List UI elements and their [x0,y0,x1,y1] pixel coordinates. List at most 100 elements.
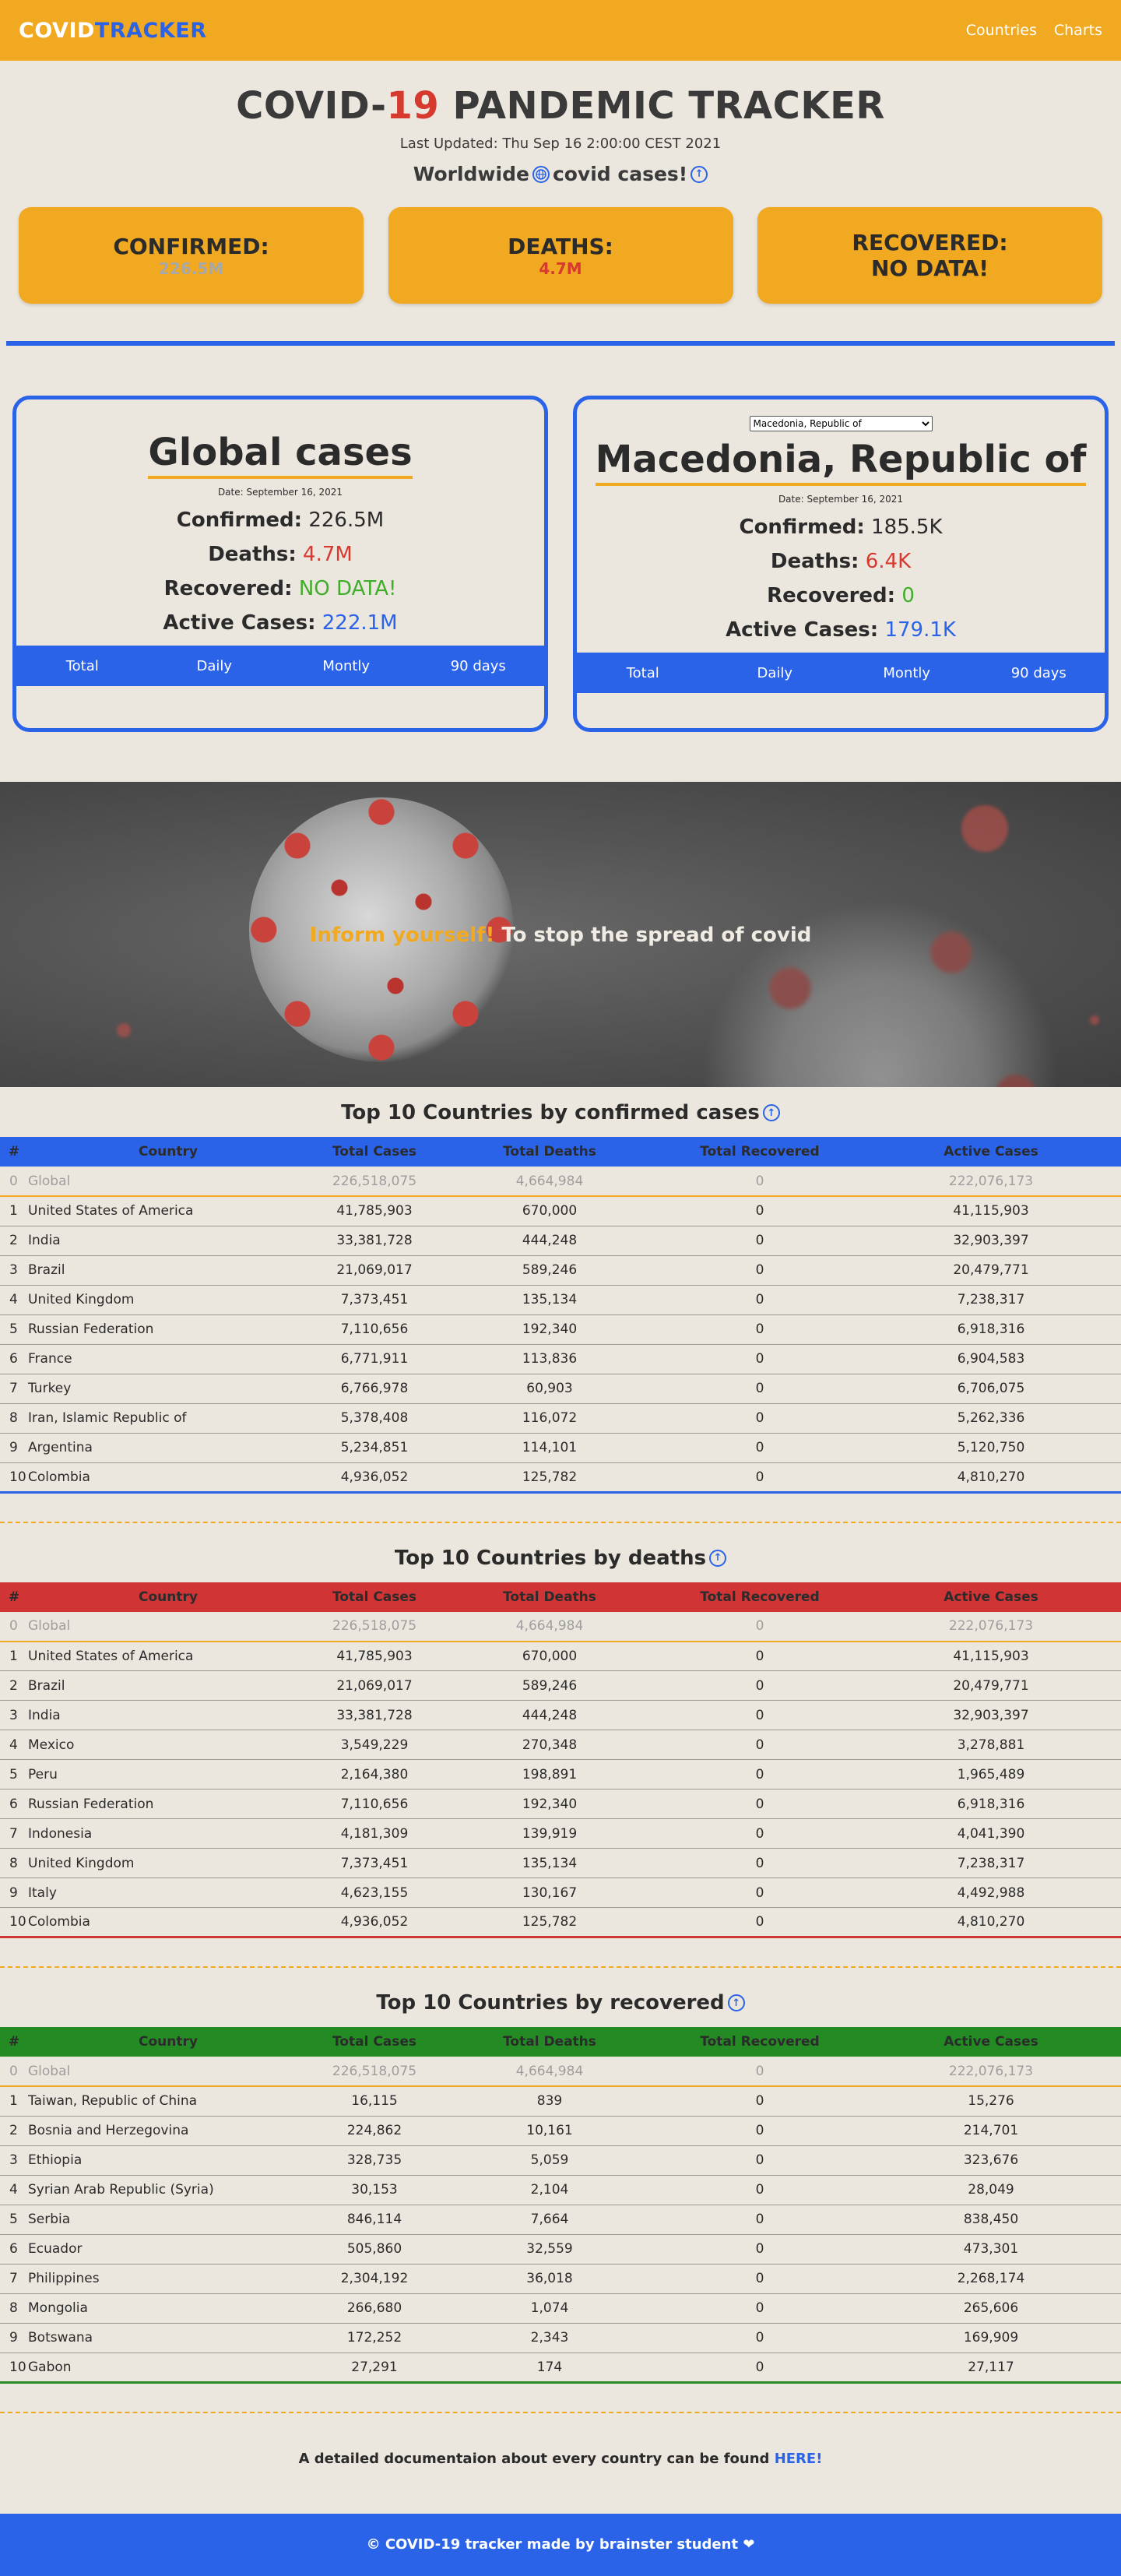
column-header[interactable]: Total Recovered [659,1137,861,1167]
column-header[interactable]: Active Cases [861,1582,1121,1612]
table-cell: Turkey [28,1374,308,1404]
table-row[interactable]: 6 France 6,771,911 113,836 0 6,904,583 [0,1344,1121,1374]
table-section-recovered: Top 10 Countries by recovered ↑ # Country To… [0,1968,1121,2413]
column-header[interactable]: Country [28,1582,308,1612]
column-header[interactable]: # [0,1582,28,1612]
table-cell: 0 [659,2353,861,2384]
table-row[interactable]: 5 Russian Federation 7,110,656 192,340 0 6,91… [0,1314,1121,1345]
column-header[interactable]: Country [28,2027,308,2057]
documentation-link[interactable]: HERE! [775,2451,823,2467]
column-header[interactable]: Total Deaths [441,1137,659,1167]
table-row[interactable]: 7 Indonesia 4,181,309 139,919 0 4,041,390 [0,1818,1121,1849]
country-select[interactable]: Macedonia, Republic of [749,416,933,431]
table-cell: Philippines [28,2264,308,2294]
brand-logo[interactable]: COVIDTRACKER [19,19,206,43]
table-row[interactable]: 10 Colombia 4,936,052 125,782 0 4,810,270 [0,1462,1121,1494]
column-header[interactable]: # [0,1137,28,1167]
virus-particle [1090,1015,1099,1025]
banner-message: To stop the spread of covid [494,924,812,947]
table-cell: 6,706,075 [861,1374,1121,1404]
table-row[interactable]: 2 Bosnia and Herzegovina 224,862 10,161 0 214… [0,2116,1121,2146]
table-row[interactable]: 2 Brazil 21,069,017 589,246 0 20,479,771 [0,1670,1121,1701]
column-header[interactable]: Total Deaths [441,1582,659,1612]
table-cell: 5,378,408 [308,1403,441,1434]
table-cell: 192,340 [441,1314,659,1345]
table-cell: 265,606 [861,2293,1121,2324]
table-row[interactable]: 3 Brazil 21,069,017 589,246 0 20,479,771 [0,1255,1121,1286]
table-row[interactable]: 5 Serbia 846,114 7,664 0 838,450 [0,2205,1121,2235]
column-header[interactable]: Total Cases [308,1137,441,1167]
table-cell: 4,664,984 [441,1611,659,1642]
column-header[interactable]: Total Cases [308,1582,441,1612]
table-row[interactable]: 9 Botswana 172,252 2,343 0 169,909 [0,2323,1121,2353]
table-row[interactable]: 6 Ecuador 505,860 32,559 0 473,301 [0,2234,1121,2265]
table-cell: 0 [659,2175,861,2205]
table-row[interactable]: 4 United Kingdom 7,373,451 135,134 0 7,238,31… [0,1285,1121,1315]
tab-total[interactable]: Total [16,646,149,686]
page-title: COVID-19 PANDEMIC TRACKER [0,84,1121,128]
column-header[interactable]: Country [28,1137,308,1167]
table-cell: 589,246 [441,1255,659,1286]
table-cell: 4,664,984 [441,2057,659,2087]
table-cell: 6 [0,1789,28,1819]
table-row[interactable]: 6 Russian Federation 7,110,656 192,340 0 6,91… [0,1789,1121,1819]
table-cell: 4,041,390 [861,1818,1121,1849]
column-header[interactable]: Total Cases [308,2027,441,2057]
column-header[interactable]: Total Deaths [441,2027,659,2057]
table-row[interactable]: 7 Philippines 2,304,192 36,018 0 2,268,174 [0,2264,1121,2294]
table-row[interactable]: 3 India 33,381,728 444,248 0 32,903,397 [0,1700,1121,1730]
column-header[interactable]: Active Cases [861,2027,1121,2057]
table-row[interactable]: 1 Taiwan, Republic of China 16,115 839 0 15,2… [0,2086,1121,2117]
table-cell: Argentina [28,1433,308,1463]
table-row[interactable]: 4 Syrian Arab Republic (Syria) 30,153 2,104… [0,2175,1121,2205]
table-cell: 0 [659,1255,861,1286]
global-panel-tabs: Total Daily Montly 90 days [16,646,544,686]
info-icon[interactable]: ↑ [691,165,708,183]
info-icon[interactable]: ↑ [727,1994,745,2011]
table-cell: 589,246 [441,1670,659,1701]
table-row[interactable]: 4 Mexico 3,549,229 270,348 0 3,278,881 [0,1730,1121,1760]
nav-link-countries[interactable]: Countries [966,22,1037,39]
table-row[interactable]: 8 United Kingdom 7,373,451 135,134 0 7,238,31… [0,1848,1121,1878]
table-row[interactable]: 1 United States of America 41,785,903 670,0… [0,1196,1121,1226]
table-cell: 226,518,075 [308,2057,441,2087]
tab-total[interactable]: Total [577,653,709,693]
country-deaths-label: Deaths: [770,550,859,573]
info-icon[interactable]: ↑ [709,1549,727,1567]
table-row[interactable]: 9 Italy 4,623,155 130,167 0 4,492,988 [0,1877,1121,1908]
table-row[interactable]: 0 Global 226,518,075 4,664,984 0 222,076,173 [0,2057,1121,2087]
table-row[interactable]: 5 Peru 2,164,380 198,891 0 1,965,489 [0,1759,1121,1789]
table-row[interactable]: 0 Global 226,518,075 4,664,984 0 222,076,173 [0,1611,1121,1642]
table-cell: Taiwan, Republic of China [28,2086,308,2117]
tab-daily[interactable]: Daily [709,653,842,693]
table-row[interactable]: 8 Iran, Islamic Republic of 5,378,408 116,0… [0,1403,1121,1434]
global-confirmed-value: 226.5M [308,509,385,532]
table-row[interactable]: 8 Mongolia 266,680 1,074 0 265,606 [0,2293,1121,2324]
info-icon[interactable]: ↑ [762,1104,780,1121]
tab-monthly[interactable]: Montly [280,646,413,686]
global-recovered-label: Recovered: [163,577,293,600]
table-cell: 8 [0,2293,28,2324]
table-cell: 135,134 [441,1848,659,1878]
table-row[interactable]: 7 Turkey 6,766,978 60,903 0 6,706,075 [0,1374,1121,1404]
tab-daily[interactable]: Daily [149,646,281,686]
table-row[interactable]: 9 Argentina 5,234,851 114,101 0 5,120,750 [0,1433,1121,1463]
table-cell: 0 [659,1167,861,1197]
table-row[interactable]: 3 Ethiopia 328,735 5,059 0 323,676 [0,2145,1121,2176]
nav-link-charts[interactable]: Charts [1054,22,1102,39]
table-row[interactable]: 0 Global 226,518,075 4,664,984 0 222,076,173 [0,1167,1121,1197]
table-row[interactable]: 2 India 33,381,728 444,248 0 32,903,397 [0,1226,1121,1256]
column-header[interactable]: Active Cases [861,1137,1121,1167]
table-row[interactable]: 10 Gabon 27,291 174 0 27,117 [0,2353,1121,2384]
table-row[interactable]: 10 Colombia 4,936,052 125,782 0 4,810,270 [0,1907,1121,1938]
tab-monthly[interactable]: Montly [841,653,973,693]
table-row[interactable]: 1 United States of America 41,785,903 670,0… [0,1641,1121,1671]
column-header[interactable]: Total Recovered [659,2027,861,2057]
tab-90-days[interactable]: 90 days [413,646,545,686]
column-header[interactable]: Total Recovered [659,1582,861,1612]
column-header[interactable]: # [0,2027,28,2057]
tab-90-days[interactable]: 90 days [973,653,1105,693]
table-cell: 139,919 [441,1818,659,1849]
title-part2: 19 [386,84,440,128]
confirmed-card: CONFIRMED: 226.5M [19,207,364,304]
